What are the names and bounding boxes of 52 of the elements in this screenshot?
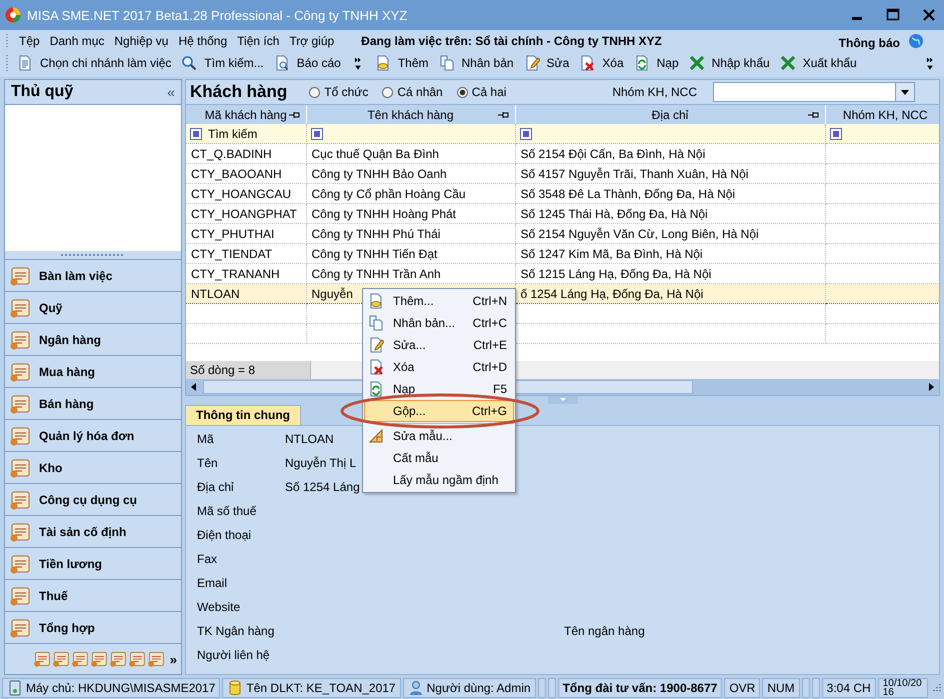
table-cell: Nguyễn xyxy=(312,286,353,300)
table-cell: Số 3548 Đê La Thành, Đống Đa, Hà Nội xyxy=(520,186,736,200)
status-text: OVR xyxy=(724,678,760,698)
working-book: Đang làm việc trên: Sổ tài chính - Công ty TNHH XYZ xyxy=(361,34,662,48)
table-cell: NTLOAN xyxy=(191,286,240,300)
field-label: Địa chỉ xyxy=(197,480,235,494)
field-value: NTLOAN xyxy=(285,432,334,446)
table-cell: Số 1245 Thái Hà, Đống Đa, Hà Nội xyxy=(520,206,708,220)
table-cell: Số 4157 Nguyễn Trãi, Thanh Xuân, Hà Nội xyxy=(520,166,748,180)
table-cell: CT_Q.BADINH xyxy=(191,146,272,160)
table-cell: Số 2154 Đội Cấn, Ba Đình, Hà Nội xyxy=(520,146,706,160)
table-cell: Cục thuế Quận Ba Đình xyxy=(312,146,439,160)
field-value: Nguyễn Thị L xyxy=(285,456,356,470)
status-text: 3:04 CH xyxy=(822,678,876,698)
sidebar-title: Thủ quỹ xyxy=(11,83,74,101)
status-date: 10/10/2016 xyxy=(878,678,928,698)
status-text: Máy chủ: HKDUNG\MISASME2017 xyxy=(26,681,216,695)
field-label: Email xyxy=(197,576,228,590)
table-cell: Số 2154 Nguyễn Văn Cừ, Long Biên, Hà Nội xyxy=(520,226,759,240)
status-text: Tên DLKT: KE_TOAN_2017 xyxy=(246,681,396,695)
page-title: Khách hàng xyxy=(190,82,288,102)
field-label: Người liên hệ xyxy=(197,648,271,662)
table-cell: Công ty Cổ phần Hoàng Cầu xyxy=(312,186,466,200)
row-count: Số dòng = 8 xyxy=(186,361,311,379)
table-cell: Công ty TNHH Tiến Đạt xyxy=(312,246,438,260)
window-title: MISA SME.NET 2017 Beta1.28 Professional - Công ty TNHH XYZ xyxy=(27,8,408,22)
table-cell: Công ty TNHH Hoàng Phát xyxy=(312,206,456,220)
field-label: Mã số thuế xyxy=(197,504,258,518)
table-cell: Số 1247 Kim Mã, Ba Đình, Hà Nội xyxy=(520,246,703,260)
table-cell: CTY_PHUTHAI xyxy=(191,226,274,240)
field-label: Điện thoại xyxy=(197,528,252,542)
table-cell: Công ty TNHH Bảo Oanh xyxy=(312,166,447,180)
status-text: NUM xyxy=(762,678,800,698)
table-cell: Số 1215 Láng Hạ, Đống Đa, Hà Nội xyxy=(520,266,712,280)
field-label: Tên xyxy=(197,456,219,470)
table-cell: CTY_HOANGPHAT xyxy=(191,206,297,220)
status-text: Người dùng: Admin xyxy=(426,681,531,695)
field-label: Nhóm KH, NCC xyxy=(612,85,697,99)
table-cell: CTY_HOANGCAU xyxy=(191,186,292,200)
field-label: TK Ngân hàng xyxy=(197,624,276,638)
table-cell: CTY_TRANANH xyxy=(191,266,280,280)
table-cell: CTY_TIENDAT xyxy=(191,246,272,260)
table-cell: CTY_BAOOANH xyxy=(191,166,282,180)
table-cell: Công ty TNHH Trần Anh xyxy=(312,266,441,280)
field-label: Website xyxy=(197,600,242,614)
field-value: Số 1254 Láng xyxy=(285,480,360,494)
table-cell: Công ty TNHH Phú Thái xyxy=(312,226,440,240)
table-cell: ố 1254 Láng Hạ, Đống Đa, Hà Nội xyxy=(520,286,704,300)
field-label: Fax xyxy=(197,552,218,566)
field-label: Tên ngân hàng xyxy=(564,624,645,638)
status-text: Tổng đài tư vấn: 1900-8677 xyxy=(558,678,722,698)
field-label: Mã xyxy=(197,432,215,446)
